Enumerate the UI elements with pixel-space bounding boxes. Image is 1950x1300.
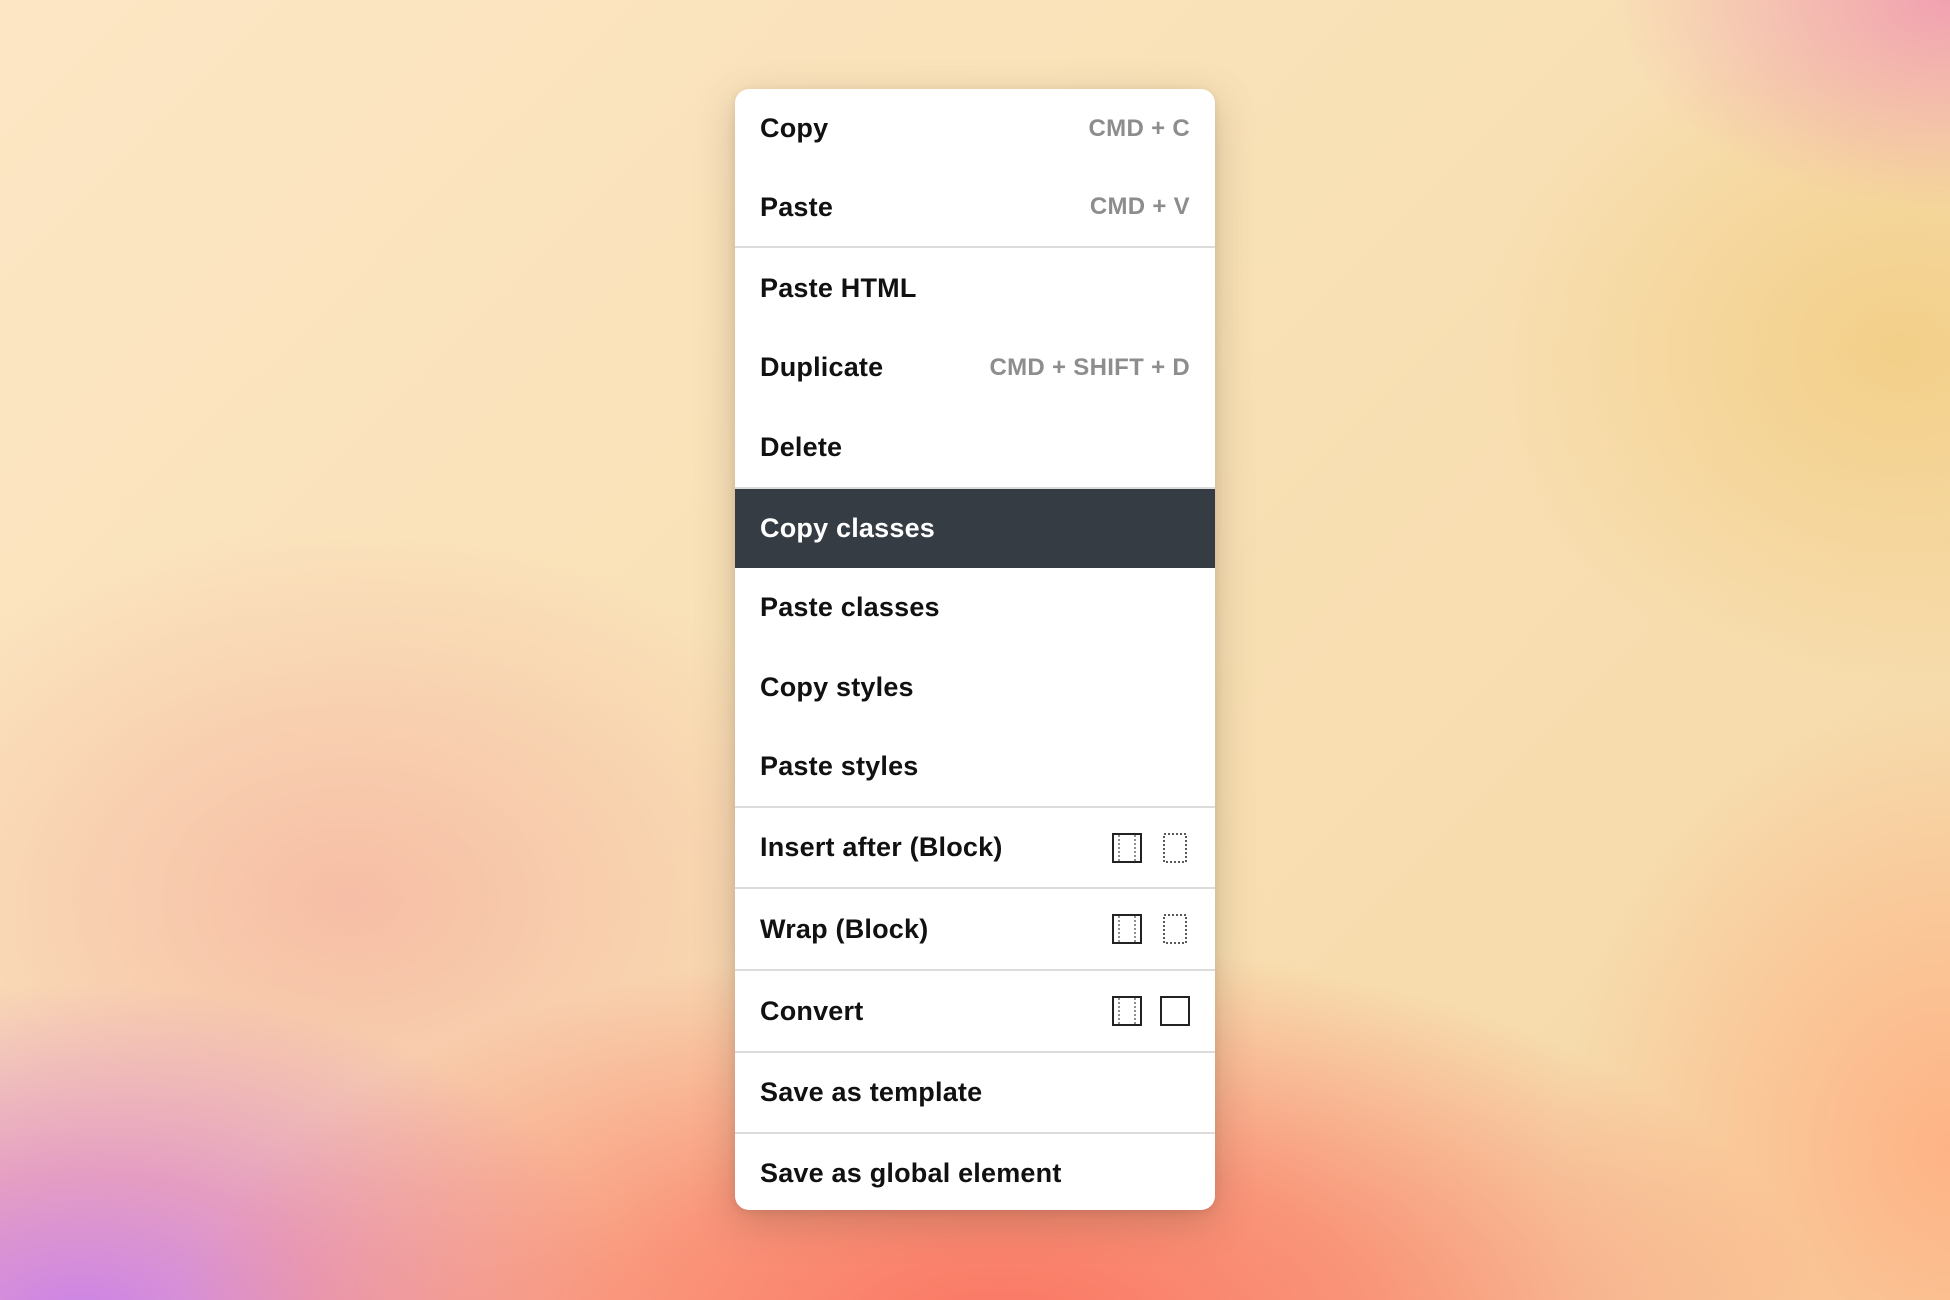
menu-item-label: Wrap (Block)	[760, 913, 929, 944]
menu-item-label: Paste HTML	[760, 272, 917, 303]
menu-item-label: Save as template	[760, 1077, 983, 1107]
block-dotted-icon[interactable]	[1160, 832, 1190, 863]
context-menu: Copy CMD + C Paste CMD + V Paste HTML Du…	[735, 89, 1215, 1210]
block-bordered-icon[interactable]	[1112, 832, 1142, 863]
menu-item-insert-after-block[interactable]: Insert after (Block)	[735, 808, 1215, 887]
menu-item-label: Copy styles	[760, 671, 914, 702]
block-dotted-icon[interactable]	[1160, 914, 1190, 944]
menu-item-copy-classes[interactable]: Copy classes	[735, 489, 1215, 568]
menu-item-label: Copy classes	[760, 513, 935, 543]
block-bordered-icon[interactable]	[1112, 996, 1142, 1026]
shortcut-hint: CMD + V	[1089, 193, 1190, 220]
block-type-options	[1112, 996, 1190, 1026]
menu-item-paste-styles[interactable]: Paste styles	[735, 727, 1215, 806]
menu-item-label: Save as global element	[760, 1158, 1062, 1188]
menu-item-label: Insert after (Block)	[760, 832, 1003, 862]
menu-item-copy-styles[interactable]: Copy styles	[735, 647, 1215, 727]
block-solid-icon[interactable]	[1160, 996, 1190, 1026]
block-type-options	[1112, 914, 1190, 944]
menu-item-label: Convert	[760, 995, 864, 1026]
menu-item-paste-classes[interactable]: Paste classes	[735, 568, 1215, 647]
menu-item-paste[interactable]: Paste CMD + V	[735, 168, 1215, 246]
menu-item-label: Duplicate	[760, 352, 884, 382]
block-bordered-icon[interactable]	[1112, 914, 1142, 944]
menu-item-duplicate[interactable]: Duplicate CMD + SHIFT + D	[735, 328, 1215, 407]
menu-item-copy[interactable]: Copy CMD + C	[735, 89, 1215, 168]
menu-item-wrap-block[interactable]: Wrap (Block)	[735, 889, 1215, 969]
shortcut-hint: CMD + C	[1088, 114, 1190, 142]
menu-item-label: Delete	[760, 431, 843, 462]
menu-item-save-as-global-element[interactable]: Save as global element	[735, 1134, 1215, 1210]
menu-item-label: Copy	[760, 113, 829, 143]
menu-item-delete[interactable]: Delete	[735, 407, 1215, 487]
menu-item-label: Paste classes	[760, 592, 940, 622]
menu-item-label: Paste	[760, 191, 834, 222]
shortcut-hint: CMD + SHIFT + D	[989, 353, 1190, 381]
block-type-options	[1112, 832, 1190, 863]
menu-item-label: Paste styles	[760, 751, 919, 781]
menu-item-convert[interactable]: Convert	[735, 971, 1215, 1051]
menu-item-paste-html[interactable]: Paste HTML	[735, 248, 1215, 328]
menu-item-save-as-template[interactable]: Save as template	[735, 1053, 1215, 1132]
